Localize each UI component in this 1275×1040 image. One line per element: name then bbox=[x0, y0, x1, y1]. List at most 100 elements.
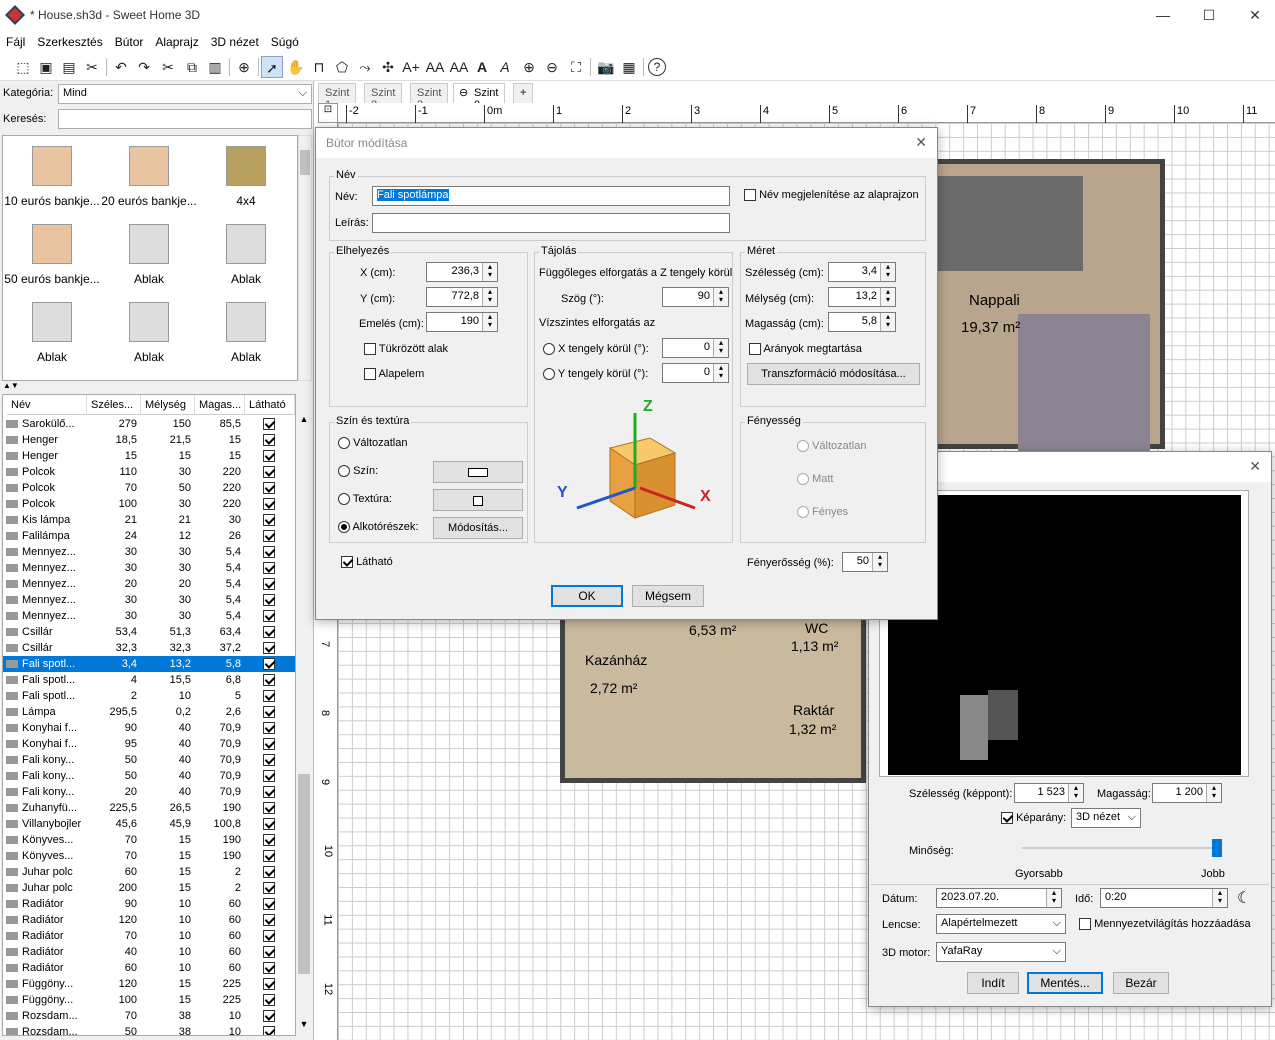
select-mode-icon[interactable]: ➚ bbox=[261, 56, 283, 78]
matt-radio[interactable] bbox=[797, 473, 809, 486]
tab-level-2[interactable]: Szint 2 bbox=[364, 83, 403, 111]
paste-icon[interactable]: ▥ bbox=[204, 56, 226, 78]
visible-checkbox[interactable] bbox=[263, 898, 275, 911]
table-row[interactable]: Fali spotl... 4 15,5 6,8 bbox=[3, 672, 295, 688]
create-dimensions-icon[interactable]: ✣ bbox=[377, 56, 399, 78]
visible-checkbox[interactable] bbox=[263, 978, 275, 991]
visible-checkbox[interactable] bbox=[263, 866, 275, 879]
unchanged-radio[interactable] bbox=[338, 437, 350, 450]
tab-level-1[interactable]: Szint 1 bbox=[318, 83, 357, 111]
color-button[interactable] bbox=[433, 461, 523, 483]
column-header[interactable]: Magas... bbox=[195, 395, 245, 415]
visible-checkbox[interactable] bbox=[263, 626, 275, 639]
ceiling-light-checkbox[interactable] bbox=[1079, 918, 1091, 931]
visible-checkbox[interactable] bbox=[263, 1026, 275, 1035]
catalog-item[interactable]: Ablak bbox=[197, 218, 295, 296]
category-select[interactable]: Mind ⌵ bbox=[58, 84, 312, 104]
table-row[interactable]: Radiátor 90 10 60 bbox=[3, 896, 295, 912]
ratio-check-row[interactable]: Képarány: bbox=[1001, 812, 1066, 825]
table-row[interactable]: Konyhai f... 95 40 70,9 bbox=[3, 736, 295, 752]
menu-help[interactable]: Súgó bbox=[265, 32, 305, 52]
width-spinner[interactable]: 1 523 bbox=[1014, 783, 1084, 803]
table-row[interactable]: Polcok 110 30 220 bbox=[3, 464, 295, 480]
table-row[interactable]: Konyhai f... 90 40 70,9 bbox=[3, 720, 295, 736]
y-rotation-spinner[interactable]: 0 bbox=[662, 363, 729, 383]
close-icon[interactable]: ✕ bbox=[1232, 0, 1275, 32]
visible-checkbox[interactable] bbox=[263, 610, 275, 623]
decrease-text-icon[interactable]: AA bbox=[448, 56, 470, 78]
scroll-up-icon[interactable]: ▲ bbox=[297, 414, 311, 428]
visible-checkbox[interactable] bbox=[263, 962, 275, 975]
catalog-item[interactable]: Ablak bbox=[100, 218, 198, 296]
show-name-row[interactable]: Név megjelenítése az alaprajzon bbox=[744, 189, 919, 202]
undo-icon[interactable]: ↶ bbox=[110, 56, 132, 78]
keep-proportions-row[interactable]: Arányok megtartása bbox=[749, 343, 862, 356]
texture-row[interactable]: Textúra: bbox=[338, 493, 392, 506]
y-axis-row[interactable]: Y tengely körül (°): bbox=[543, 368, 648, 381]
table-row[interactable]: Sarokülő... 279 150 85,5 bbox=[3, 416, 295, 432]
column-header[interactable]: Látható bbox=[245, 395, 295, 415]
unchanged-color-row[interactable]: Változatlan bbox=[338, 437, 408, 450]
column-header[interactable]: Széles... bbox=[87, 395, 141, 415]
visible-checkbox[interactable] bbox=[263, 642, 275, 655]
table-row[interactable]: Fali kony... 50 40 70,9 bbox=[3, 752, 295, 768]
table-row[interactable]: Könyves... 70 15 190 bbox=[3, 848, 295, 864]
visible-checkbox[interactable] bbox=[263, 482, 275, 495]
x-axis-row[interactable]: X tengely körül (°): bbox=[543, 343, 649, 356]
mirror-row[interactable]: Tükrözött alak bbox=[364, 343, 448, 356]
ceiling-light-row[interactable]: Mennyezetvilágítás hozzáadása bbox=[1079, 918, 1251, 931]
keep-proportions-checkbox[interactable] bbox=[749, 343, 761, 356]
table-row[interactable]: Függöny... 100 15 225 bbox=[3, 992, 295, 1008]
table-row[interactable]: Polcok 70 50 220 bbox=[3, 480, 295, 496]
visible-row[interactable]: Látható bbox=[341, 556, 393, 569]
preferences-icon[interactable]: ✂ bbox=[81, 56, 103, 78]
visible-checkbox[interactable] bbox=[263, 770, 275, 783]
visible-checkbox[interactable] bbox=[263, 674, 275, 687]
menu-edit[interactable]: Szerkesztés bbox=[31, 32, 108, 52]
shininess-unchanged-radio[interactable] bbox=[797, 440, 809, 453]
catalog-item[interactable]: 10 eurós bankje... bbox=[3, 140, 101, 218]
engine-select[interactable]: YafaRay ⌵ bbox=[936, 942, 1066, 962]
create-polylines-icon[interactable]: ⤳ bbox=[354, 56, 376, 78]
table-row[interactable]: Rozsdam... 70 38 10 bbox=[3, 1008, 295, 1024]
description-input[interactable] bbox=[372, 213, 730, 233]
table-row[interactable]: Fali kony... 50 40 70,9 bbox=[3, 768, 295, 784]
table-row[interactable]: Polcok 100 30 220 bbox=[3, 496, 295, 512]
name-input[interactable]: Fali spotlámpa bbox=[372, 186, 730, 206]
table-row[interactable]: Henger 15 15 15 bbox=[3, 448, 295, 464]
visible-checkbox[interactable] bbox=[263, 834, 275, 847]
cancel-button[interactable]: Mégsem bbox=[632, 585, 704, 607]
close-icon[interactable]: ✕ bbox=[1249, 458, 1261, 475]
copy-icon[interactable]: ⧉ bbox=[181, 56, 203, 78]
search-input[interactable] bbox=[58, 109, 312, 129]
visible-checkbox[interactable] bbox=[263, 514, 275, 527]
zoom-out-icon[interactable]: ⊖ bbox=[541, 56, 563, 78]
create-photo-icon[interactable]: 📷 bbox=[595, 56, 617, 78]
scroll-thumb[interactable] bbox=[298, 774, 310, 974]
cut-icon[interactable]: ✂ bbox=[157, 56, 179, 78]
column-header[interactable]: Név bbox=[7, 395, 87, 415]
transform-button[interactable]: Transzformáció módosítása... bbox=[747, 363, 920, 385]
visible-checkbox[interactable] bbox=[263, 530, 275, 543]
visible-checkbox[interactable] bbox=[263, 450, 275, 463]
y-spinner[interactable]: 772,8 bbox=[426, 287, 498, 307]
visible-checkbox[interactable] bbox=[263, 434, 275, 447]
table-row[interactable]: Villanybojler 45,6 45,9 100,8 bbox=[3, 816, 295, 832]
scroll-thumb[interactable] bbox=[300, 150, 310, 175]
table-row[interactable]: Mennyez... 30 30 5,4 bbox=[3, 544, 295, 560]
menu-furniture[interactable]: Bútor bbox=[109, 32, 150, 52]
catalog-scrollbar[interactable] bbox=[298, 135, 312, 381]
visible-checkbox[interactable] bbox=[263, 818, 275, 831]
shiny-radio[interactable] bbox=[797, 506, 809, 519]
close-icon[interactable]: ✕ bbox=[915, 134, 927, 151]
menu-file[interactable]: Fájl bbox=[0, 32, 31, 52]
visible-checkbox[interactable] bbox=[263, 786, 275, 799]
zoom-in-icon[interactable]: ⊕ bbox=[518, 56, 540, 78]
aerial-view-icon[interactable]: ⛶ bbox=[565, 56, 587, 78]
ok-button[interactable]: OK bbox=[551, 585, 623, 607]
visible-checkbox[interactable] bbox=[263, 658, 275, 671]
table-row[interactable]: Radiátor 40 10 60 bbox=[3, 944, 295, 960]
create-walls-icon[interactable]: ⊓ bbox=[308, 56, 330, 78]
table-row[interactable]: Mennyez... 30 30 5,4 bbox=[3, 592, 295, 608]
base-row[interactable]: Alapelem bbox=[364, 368, 424, 381]
